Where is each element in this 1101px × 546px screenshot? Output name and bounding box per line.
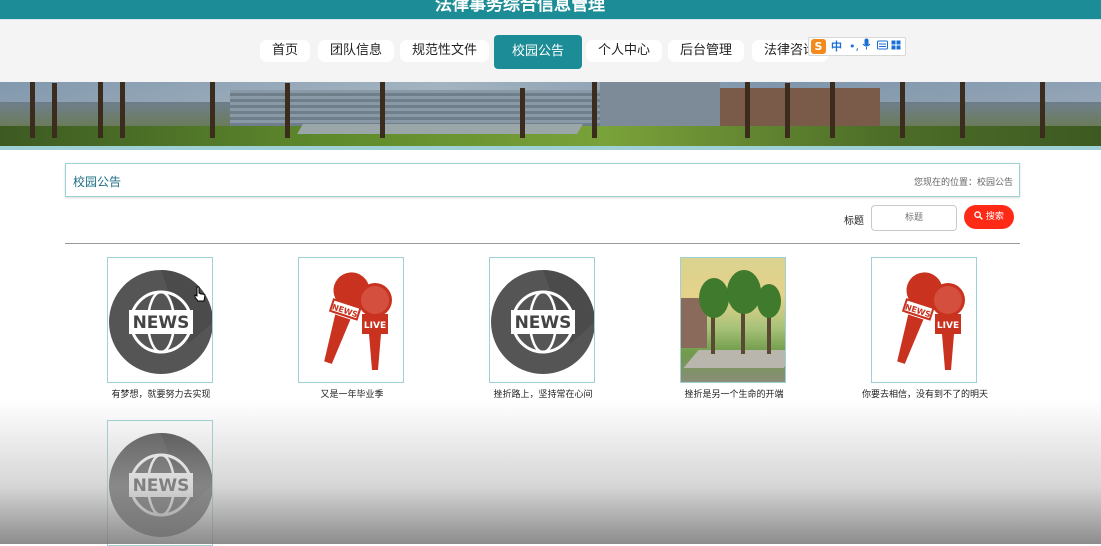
mouse-cursor-icon — [194, 286, 206, 302]
section-title: 校园公告 — [73, 175, 122, 189]
svg-text:NEWS: NEWS — [133, 476, 190, 496]
search-button-label: 搜索 — [985, 212, 1004, 222]
news-microphone-icon[interactable]: NEWS LIVE — [298, 257, 404, 383]
nav-item-admin[interactable]: 后台管理 — [668, 40, 745, 62]
ime-punctuation-icon[interactable]: •, — [849, 38, 859, 55]
ime-microphone-icon[interactable] — [862, 38, 871, 55]
search-title-input[interactable] — [871, 205, 957, 231]
section-header: 校园公告 您现在的位置：校园公告 — [65, 163, 1020, 197]
svg-text:NEWS: NEWS — [515, 313, 572, 333]
news-microphone-icon[interactable]: NEWS LIVE — [871, 257, 977, 383]
search-icon — [974, 211, 983, 220]
news-globe-icon[interactable]: NEWS — [107, 420, 213, 546]
campus-banner-image — [0, 82, 1101, 146]
top-header-bar: 法律事务综合信息管理 — [0, 0, 1101, 19]
breadcrumb: 您现在的位置：校园公告 — [913, 178, 1013, 188]
nav-item-personal-center[interactable]: 个人中心 — [586, 40, 663, 62]
site-title: 法律事务综合信息管理 — [435, 0, 605, 15]
card-caption[interactable]: 有梦想，就要努力去实现 — [66, 387, 256, 400]
campus-photo[interactable] — [680, 257, 786, 383]
nav-item-home[interactable]: 首页 — [260, 40, 311, 62]
ime-toolbar[interactable]: S 中 •, — [808, 37, 906, 56]
card-caption[interactable]: 挫折路上，坚持常在心间 — [448, 387, 638, 400]
svg-text:LIVE: LIVE — [937, 321, 959, 331]
svg-text:NEWS: NEWS — [133, 313, 190, 333]
nav-item-campus-announcements[interactable]: 校园公告 — [494, 35, 583, 69]
sogou-logo-icon[interactable]: S — [811, 39, 826, 54]
nav-item-regulations[interactable]: 规范性文件 — [400, 40, 490, 62]
search-button[interactable]: 搜索 — [964, 205, 1014, 229]
main-navigation: 首页 团队信息 规范性文件 校园公告 个人中心 后台管理 法律咨询 S 中 •, — [0, 19, 1101, 83]
ime-chinese-mode[interactable]: 中 — [831, 38, 842, 55]
svg-text:LIVE: LIVE — [364, 321, 386, 331]
card-caption[interactable]: 挫折是另一个生命的开端 — [639, 387, 829, 400]
nav-item-team-info[interactable]: 团队信息 — [318, 40, 395, 62]
content-divider — [65, 243, 1020, 244]
banner-divider — [0, 146, 1101, 150]
ime-keyboard-icon[interactable] — [877, 38, 888, 55]
search-title-label: 标题 — [844, 216, 864, 227]
news-globe-icon[interactable]: NEWS — [489, 257, 595, 383]
news-globe-icon[interactable]: NEWS — [107, 257, 213, 383]
card-caption[interactable]: 又是一年毕业季 — [257, 387, 447, 400]
ime-toolbox-icon[interactable] — [891, 38, 901, 55]
card-caption[interactable]: 你要去相信，没有到不了的明天 — [830, 387, 1020, 400]
